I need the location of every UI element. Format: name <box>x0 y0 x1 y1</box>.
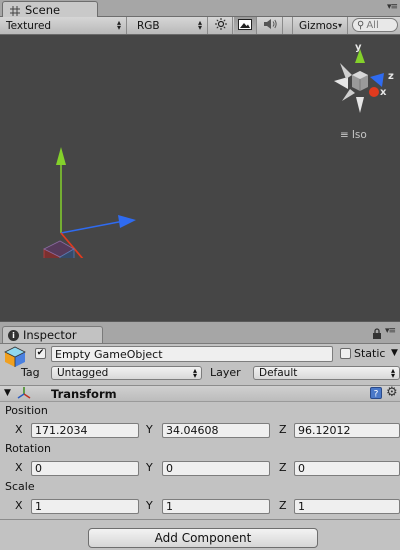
tag-value: Untagged <box>57 367 109 379</box>
scene-grid-icon <box>10 5 20 16</box>
tab-scene[interactable]: Scene <box>2 1 98 17</box>
updown-arrow-icon: ▴ ▾ <box>116 18 121 32</box>
settings-gear-icon[interactable]: ⚙ <box>386 385 398 400</box>
rotation-y-value: 0 <box>166 462 173 475</box>
lighting-toggle[interactable] <box>210 17 233 34</box>
add-component-button[interactable]: Add Component <box>88 528 318 548</box>
speaker-icon <box>263 18 278 33</box>
object-name-value: Empty GameObject <box>55 347 163 361</box>
static-checkbox[interactable] <box>340 348 351 359</box>
gizmo-z-label: z <box>388 71 394 82</box>
scene-tab-menu-icon[interactable]: ▾≡ <box>387 2 398 12</box>
updown-arrow-icon: ▴ ▾ <box>192 366 197 380</box>
gizmo-neg-x-cone[interactable] <box>334 77 348 89</box>
position-y-label: Y <box>146 423 153 436</box>
rotation-x-field[interactable]: 0 <box>31 461 139 476</box>
help-book-icon[interactable]: ? <box>370 387 382 402</box>
rotation-y-label: Y <box>146 461 153 474</box>
render-mode-dropdown[interactable]: Textured ▴ ▾ <box>0 17 127 34</box>
search-icon: ⚲ <box>357 19 365 31</box>
gizmo-neg-z-cone[interactable] <box>340 63 352 79</box>
z-axis-line <box>60 220 125 234</box>
static-label: Static <box>354 347 386 360</box>
search-placeholder: All <box>366 19 379 31</box>
foldout-arrow-icon[interactable]: ▼ <box>4 388 11 398</box>
scene-image-toggle[interactable] <box>234 17 257 34</box>
position-z-label: Z <box>279 423 287 436</box>
gizmo-back-cone[interactable] <box>342 89 355 101</box>
rotation-x-value: 0 <box>35 462 42 475</box>
move-tool-handle[interactable] <box>40 143 140 258</box>
tab-inspector[interactable]: i Inspector <box>2 326 103 343</box>
scene-search-input[interactable]: ⚲ All <box>352 18 398 32</box>
active-checkbox[interactable]: ✔ <box>35 348 46 359</box>
projection-label: Iso <box>351 129 367 141</box>
position-z-value: 96.12012 <box>298 424 351 437</box>
scene-tab-label: Scene <box>25 2 61 17</box>
updown-arrow-icon: ▴ ▾ <box>390 366 395 380</box>
orientation-gizmo[interactable] <box>326 43 396 123</box>
tag-dropdown[interactable]: Untagged ▴ ▾ <box>51 366 202 380</box>
image-icon <box>238 18 252 33</box>
sun-icon <box>215 18 227 33</box>
scale-x-field[interactable]: 1 <box>31 499 139 514</box>
position-y-value: 34.04608 <box>166 424 219 437</box>
component-divider <box>0 519 400 520</box>
layer-value: Default <box>259 367 298 379</box>
scale-y-value: 1 <box>166 500 173 513</box>
chevron-down-icon: ▾ <box>337 21 342 30</box>
lock-icon[interactable] <box>372 328 382 342</box>
gizmos-dropdown[interactable]: Gizmos ▾ <box>292 17 348 34</box>
audio-toggle[interactable] <box>258 17 283 34</box>
transform-axes-icon <box>16 386 32 403</box>
checkmark-icon: ✔ <box>36 348 45 358</box>
inspector-tab-label: Inspector <box>23 328 77 342</box>
gizmo-x-sphere[interactable] <box>369 87 379 97</box>
projection-toggle[interactable]: ≡ Iso <box>340 129 367 141</box>
scale-z-field[interactable]: 1 <box>294 499 400 514</box>
gizmos-label: Gizmos <box>299 19 338 32</box>
menu-lines-icon: ≡ <box>340 129 349 141</box>
gizmo-neg-y-cone[interactable] <box>356 97 364 113</box>
scale-y-field[interactable]: 1 <box>162 499 270 514</box>
color-mode-value: RGB <box>137 19 160 32</box>
rotation-z-field[interactable]: 0 <box>294 461 400 476</box>
position-x-label: X <box>15 423 23 436</box>
scene-view[interactable]: y z x ≡ Iso <box>0 35 400 321</box>
gizmo-z-cone[interactable] <box>370 73 384 87</box>
position-x-field[interactable]: 171.2034 <box>31 423 139 438</box>
y-axis-arrow[interactable] <box>56 147 66 165</box>
rotation-x-label: X <box>15 461 23 474</box>
position-z-field[interactable]: 96.12012 <box>294 423 400 438</box>
scale-z-label: Z <box>279 499 287 512</box>
static-dropdown-arrow-icon[interactable]: ▼ <box>391 348 398 358</box>
scale-x-value: 1 <box>35 500 42 513</box>
position-label: Position <box>5 404 48 417</box>
updown-arrow-icon: ▴ ▾ <box>197 18 202 32</box>
color-mode-dropdown[interactable]: RGB ▴ ▾ <box>131 17 208 34</box>
rotation-z-value: 0 <box>298 462 305 475</box>
rotation-y-field[interactable]: 0 <box>162 461 270 476</box>
scale-y-label: Y <box>146 499 153 512</box>
rotation-label: Rotation <box>5 442 52 455</box>
svg-text:?: ? <box>374 390 379 400</box>
gizmo-x-label: x <box>380 87 387 98</box>
position-x-value: 171.2034 <box>35 424 88 437</box>
gizmo-y-label: y <box>355 42 362 53</box>
layer-dropdown[interactable]: Default ▴ ▾ <box>253 366 400 380</box>
info-icon: i <box>8 329 19 341</box>
position-y-field[interactable]: 34.04608 <box>162 423 270 438</box>
tag-label: Tag <box>21 366 40 379</box>
transform-title: Transform <box>51 387 117 401</box>
scale-label: Scale <box>5 480 35 493</box>
rotation-z-label: Z <box>279 461 287 474</box>
inspector-menu-icon[interactable]: ▾≡ <box>385 326 396 336</box>
scale-x-label: X <box>15 499 23 512</box>
render-mode-value: Textured <box>6 19 52 32</box>
layer-label: Layer <box>210 366 241 379</box>
add-component-label: Add Component <box>154 531 252 545</box>
z-axis-arrow[interactable] <box>118 215 136 228</box>
object-name-field[interactable]: Empty GameObject <box>51 346 333 362</box>
scale-z-value: 1 <box>298 500 305 513</box>
